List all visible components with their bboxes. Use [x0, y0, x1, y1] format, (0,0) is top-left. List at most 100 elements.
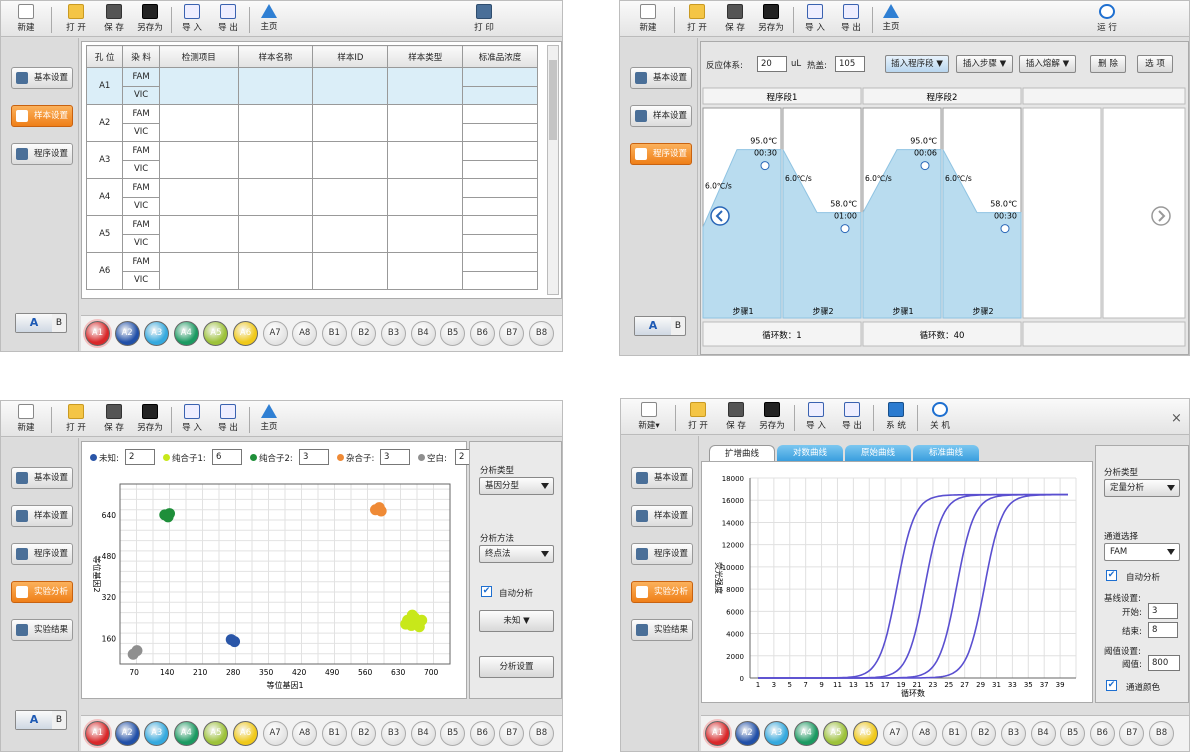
system-button[interactable]: 系 统 [879, 402, 913, 431]
dye-cell[interactable]: VIC [122, 85, 160, 105]
table-row[interactable]: A4 FAM [85, 178, 538, 216]
volume-input[interactable]: 20 [757, 56, 787, 72]
import-button[interactable]: 导 入 [799, 402, 833, 431]
well-a8[interactable]: A8 [912, 721, 938, 746]
well-a7[interactable]: A7 [262, 321, 288, 346]
table-cell[interactable] [462, 67, 538, 87]
table-cell[interactable] [158, 67, 239, 105]
table-row[interactable]: A1 FAM [85, 67, 538, 105]
table-cell[interactable] [387, 178, 464, 216]
legend-count[interactable]: 6 [212, 449, 242, 465]
plate-b-button[interactable]: B [52, 711, 66, 729]
sidebar-item-sample[interactable]: 样本设置 [631, 505, 693, 527]
save-button[interactable]: 保 存 [719, 402, 753, 431]
save-as-button[interactable]: 另存为 [755, 402, 789, 431]
well-a4[interactable]: A4 [793, 721, 819, 746]
save-as-button[interactable]: 另存为 [133, 4, 167, 33]
open-button[interactable]: 打 开 [59, 404, 93, 433]
well-b7[interactable]: B7 [1119, 721, 1145, 746]
well-a3[interactable]: A3 [144, 721, 170, 746]
sidebar-item-sample[interactable]: 样本设置 [11, 105, 73, 127]
well-b6[interactable]: B6 [469, 321, 495, 346]
well-a1[interactable]: A1 [85, 721, 110, 746]
well-cell[interactable]: A6 [85, 252, 124, 290]
plate-a-button[interactable]: A [635, 317, 671, 335]
table-row[interactable]: A2 FAM [85, 104, 538, 142]
well-a2[interactable]: A2 [114, 721, 140, 746]
sidebar-item-program[interactable]: 程序设置 [11, 143, 73, 165]
well-a5[interactable]: A5 [203, 321, 229, 346]
well-b5[interactable]: B5 [1060, 721, 1086, 746]
well-b4[interactable]: B4 [410, 721, 436, 746]
table-cell[interactable] [387, 67, 464, 105]
well-b2[interactable]: B2 [351, 321, 377, 346]
threshold-input[interactable]: 800 [1148, 655, 1180, 671]
scrollbar[interactable] [547, 45, 559, 295]
home-button[interactable]: 主页 [874, 4, 908, 32]
table-cell[interactable] [312, 215, 389, 253]
well-b8[interactable]: B8 [529, 321, 554, 346]
well-a6[interactable]: A6 [233, 721, 258, 746]
dye-cell[interactable]: FAM [122, 178, 160, 198]
well-b3[interactable]: B3 [1001, 721, 1026, 746]
well-cell[interactable]: A1 [85, 67, 124, 105]
open-button[interactable]: 打 开 [681, 402, 715, 431]
auto-analysis-checkbox[interactable]: ✔ [1106, 570, 1117, 581]
new-button[interactable]: 新建 [9, 404, 43, 433]
import-button[interactable]: 导 入 [175, 4, 209, 33]
table-row[interactable]: A5 FAM [85, 215, 538, 253]
home-button[interactable]: 主页 [252, 4, 286, 32]
sidebar-item-analysis[interactable]: 实验分析 [11, 581, 73, 603]
new-button[interactable]: 新建 [9, 4, 43, 33]
table-cell[interactable] [462, 233, 538, 253]
baseline-end-input[interactable]: 8 [1148, 622, 1178, 638]
well-b3[interactable]: B3 [381, 321, 406, 346]
well-b3[interactable]: B3 [381, 721, 406, 746]
dye-cell[interactable]: VIC [122, 159, 160, 179]
well-a5[interactable]: A5 [203, 721, 229, 746]
options-button[interactable]: 选 项 [1137, 55, 1173, 73]
sidebar-item-sample[interactable]: 样本设置 [11, 505, 73, 527]
table-cell[interactable] [158, 141, 239, 179]
channel-color-checkbox[interactable]: ✔ [1106, 680, 1117, 691]
table-cell[interactable] [237, 215, 314, 253]
dye-cell[interactable]: VIC [122, 122, 160, 142]
table-cell[interactable] [158, 252, 239, 290]
tab-3[interactable]: 标准曲线 [913, 445, 979, 461]
save-button[interactable]: 保 存 [97, 4, 131, 33]
well-a4[interactable]: A4 [173, 721, 199, 746]
dye-cell[interactable]: FAM [122, 104, 160, 124]
well-b7[interactable]: B7 [499, 321, 525, 346]
sidebar-item-basic[interactable]: 基本设置 [11, 467, 73, 489]
well-a4[interactable]: A4 [173, 321, 199, 346]
print-button[interactable]: 打 印 [467, 4, 501, 33]
save-button[interactable]: 保 存 [718, 4, 752, 33]
home-button[interactable]: 主页 [252, 404, 286, 432]
well-a6[interactable]: A6 [853, 721, 878, 746]
dye-cell[interactable]: FAM [122, 141, 160, 161]
shutdown-button[interactable]: 关 机 [923, 402, 957, 431]
well-cell[interactable]: A3 [85, 141, 124, 179]
sidebar-item-sample[interactable]: 样本设置 [630, 105, 692, 127]
sidebar-item-program[interactable]: 程序设置 [631, 543, 693, 565]
sidebar-item-results[interactable]: 实验结果 [11, 619, 73, 641]
export-button[interactable]: 导 出 [211, 404, 245, 433]
sidebar-item-analysis[interactable]: 实验分析 [631, 581, 693, 603]
table-cell[interactable] [387, 141, 464, 179]
channel-select[interactable]: FAM [1104, 543, 1180, 561]
table-cell[interactable] [312, 252, 389, 290]
table-cell[interactable] [237, 141, 314, 179]
sidebar-item-program[interactable]: 程序设置 [11, 543, 73, 565]
save-button[interactable]: 保 存 [97, 404, 131, 433]
plate-a-button[interactable]: A [16, 314, 52, 332]
table-cell[interactable] [237, 178, 314, 216]
lid-input[interactable]: 105 [835, 56, 865, 72]
well-b5[interactable]: B5 [440, 321, 466, 346]
scrollbar-thumb[interactable] [549, 60, 557, 140]
sidebar-item-basic[interactable]: 基本设置 [630, 67, 692, 89]
open-button[interactable]: 打 开 [59, 4, 93, 33]
close-icon[interactable]: × [1171, 411, 1182, 426]
legend-count[interactable]: 2 [125, 449, 155, 465]
well-cell[interactable]: A4 [85, 178, 124, 216]
table-cell[interactable] [158, 215, 239, 253]
